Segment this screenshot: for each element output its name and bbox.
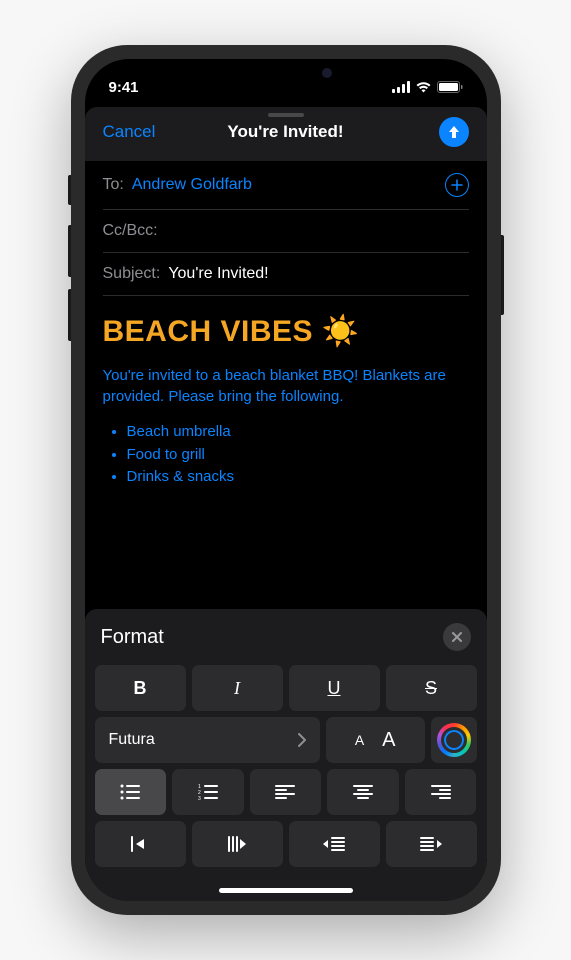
email-body[interactable]: BEACH VIBES ☀️ You're invited to a beach… bbox=[103, 296, 469, 507]
arrow-up-icon bbox=[446, 124, 462, 140]
wifi-icon bbox=[415, 81, 432, 93]
list-item: Beach umbrella bbox=[127, 421, 469, 444]
phone-frame: 9:41 Cancel You're Invited! To: Andrew G… bbox=[71, 45, 501, 915]
numbered-list-button[interactable]: 123 bbox=[172, 769, 244, 815]
cellular-icon bbox=[392, 81, 410, 93]
body-paragraph: You're invited to a beach blanket BBQ! B… bbox=[103, 365, 469, 407]
format-panel: Format B I U S Futura bbox=[85, 609, 487, 901]
screen: 9:41 Cancel You're Invited! To: Andrew G… bbox=[85, 59, 487, 901]
align-center-icon bbox=[353, 785, 373, 799]
plus-icon bbox=[451, 179, 463, 191]
battery-icon bbox=[437, 81, 463, 93]
align-right-icon bbox=[431, 785, 451, 799]
list-item: Drinks & snacks bbox=[127, 466, 469, 489]
close-icon bbox=[451, 631, 463, 643]
align-right-button[interactable] bbox=[405, 769, 477, 815]
bullet-list-icon bbox=[120, 784, 140, 800]
ccbcc-label: Cc/Bcc: bbox=[103, 222, 158, 240]
send-button[interactable] bbox=[439, 117, 469, 147]
outdent-button[interactable] bbox=[289, 821, 380, 867]
volume-down bbox=[68, 289, 71, 341]
outdent-icon bbox=[323, 837, 345, 851]
subject-label: Subject: bbox=[103, 265, 161, 283]
indent-right-button[interactable] bbox=[95, 821, 186, 867]
font-name: Futura bbox=[109, 731, 155, 749]
subject-field[interactable]: Subject: You're Invited! bbox=[103, 253, 469, 296]
align-center-button[interactable] bbox=[327, 769, 399, 815]
italic-button[interactable]: I bbox=[192, 665, 283, 711]
indent-left-button[interactable] bbox=[192, 821, 283, 867]
font-size-button[interactable]: A A bbox=[326, 717, 425, 763]
small-a: A bbox=[355, 732, 364, 748]
compose-area: To: Andrew Goldfarb Cc/Bcc: Subject: You… bbox=[85, 161, 487, 507]
body-heading: BEACH VIBES ☀️ bbox=[103, 314, 469, 349]
nav-title: You're Invited! bbox=[227, 122, 343, 142]
numbered-list-icon: 123 bbox=[198, 784, 218, 800]
nav-bar: Cancel You're Invited! bbox=[85, 107, 487, 161]
chevron-right-icon bbox=[298, 733, 306, 747]
status-icons bbox=[392, 81, 463, 93]
mute-switch bbox=[68, 175, 71, 205]
indent-icon bbox=[420, 837, 442, 851]
list-item: Food to grill bbox=[127, 444, 469, 467]
subject-value: You're Invited! bbox=[168, 265, 268, 283]
strikethrough-button[interactable]: S bbox=[386, 665, 477, 711]
notch bbox=[196, 59, 376, 87]
text-color-button[interactable] bbox=[431, 717, 477, 763]
underline-button[interactable]: U bbox=[289, 665, 380, 711]
bold-button[interactable]: B bbox=[95, 665, 186, 711]
home-indicator[interactable] bbox=[219, 888, 353, 893]
volume-up bbox=[68, 225, 71, 277]
bullet-list-button[interactable] bbox=[95, 769, 167, 815]
align-left-icon bbox=[275, 785, 295, 799]
status-time: 9:41 bbox=[109, 79, 139, 96]
font-picker-button[interactable]: Futura bbox=[95, 717, 320, 763]
big-a: A bbox=[382, 729, 395, 752]
to-field[interactable]: To: Andrew Goldfarb bbox=[103, 161, 469, 210]
format-header: Format bbox=[85, 609, 487, 661]
indent-button[interactable] bbox=[386, 821, 477, 867]
indent-left-icon bbox=[228, 836, 246, 852]
add-contact-button[interactable] bbox=[445, 173, 469, 197]
ccbcc-field[interactable]: Cc/Bcc: bbox=[103, 210, 469, 253]
to-value: Andrew Goldfarb bbox=[132, 176, 252, 194]
format-grid: B I U S Futura A A bbox=[85, 661, 487, 901]
indent-right-icon bbox=[131, 836, 149, 852]
to-label: To: bbox=[103, 176, 124, 194]
close-format-button[interactable] bbox=[443, 623, 471, 651]
svg-text:3: 3 bbox=[198, 796, 201, 800]
body-list: Beach umbrella Food to grill Drinks & sn… bbox=[103, 421, 469, 489]
power-button bbox=[501, 235, 504, 315]
align-left-button[interactable] bbox=[250, 769, 322, 815]
cancel-button[interactable]: Cancel bbox=[103, 122, 156, 142]
format-title: Format bbox=[101, 626, 164, 649]
color-ring-icon bbox=[437, 723, 471, 757]
